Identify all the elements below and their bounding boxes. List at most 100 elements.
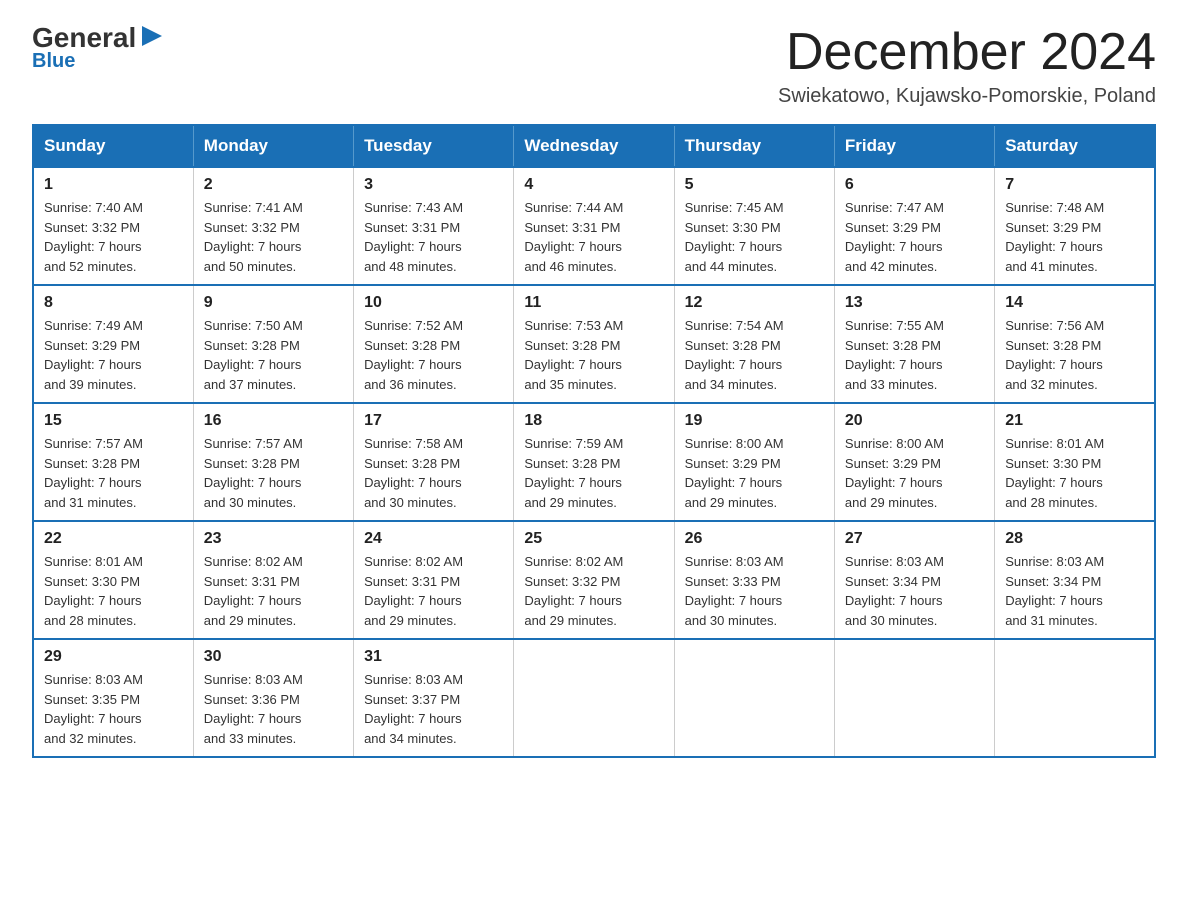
calendar-table: Sunday Monday Tuesday Wednesday Thursday… (32, 124, 1156, 758)
day-info-28: Sunrise: 8:03 AM Sunset: 3:34 PM Dayligh… (1005, 552, 1144, 630)
day-info-14: Sunrise: 7:56 AM Sunset: 3:28 PM Dayligh… (1005, 316, 1144, 394)
day-cell-7: 7 Sunrise: 7:48 AM Sunset: 3:29 PM Dayli… (995, 167, 1155, 285)
day-cell-28: 28 Sunrise: 8:03 AM Sunset: 3:34 PM Dayl… (995, 521, 1155, 639)
day-cell-21: 21 Sunrise: 8:01 AM Sunset: 3:30 PM Dayl… (995, 403, 1155, 521)
day-info-7: Sunrise: 7:48 AM Sunset: 3:29 PM Dayligh… (1005, 198, 1144, 276)
month-title: December 2024 (778, 24, 1156, 81)
day-number-2: 2 (204, 176, 343, 194)
week-row-4: 22 Sunrise: 8:01 AM Sunset: 3:30 PM Dayl… (33, 521, 1155, 639)
day-number-19: 19 (685, 412, 824, 430)
header-friday: Friday (834, 125, 994, 167)
day-number-1: 1 (44, 176, 183, 194)
day-number-3: 3 (364, 176, 503, 194)
day-cell-27: 27 Sunrise: 8:03 AM Sunset: 3:34 PM Dayl… (834, 521, 994, 639)
day-number-9: 9 (204, 294, 343, 312)
day-number-5: 5 (685, 176, 824, 194)
day-info-20: Sunrise: 8:00 AM Sunset: 3:29 PM Dayligh… (845, 434, 984, 512)
day-number-16: 16 (204, 412, 343, 430)
day-info-9: Sunrise: 7:50 AM Sunset: 3:28 PM Dayligh… (204, 316, 343, 394)
day-info-10: Sunrise: 7:52 AM Sunset: 3:28 PM Dayligh… (364, 316, 503, 394)
day-info-2: Sunrise: 7:41 AM Sunset: 3:32 PM Dayligh… (204, 198, 343, 276)
day-cell-11: 11 Sunrise: 7:53 AM Sunset: 3:28 PM Dayl… (514, 285, 674, 403)
day-cell-22: 22 Sunrise: 8:01 AM Sunset: 3:30 PM Dayl… (33, 521, 193, 639)
week-row-1: 1 Sunrise: 7:40 AM Sunset: 3:32 PM Dayli… (33, 167, 1155, 285)
day-info-5: Sunrise: 7:45 AM Sunset: 3:30 PM Dayligh… (685, 198, 824, 276)
day-cell-4: 4 Sunrise: 7:44 AM Sunset: 3:31 PM Dayli… (514, 167, 674, 285)
empty-cell-w4d3 (514, 639, 674, 757)
location: Swiekatowo, Kujawsko-Pomorskie, Poland (778, 85, 1156, 108)
page-header: General Blue December 2024 Swiekatowo, K… (32, 24, 1156, 108)
day-info-27: Sunrise: 8:03 AM Sunset: 3:34 PM Dayligh… (845, 552, 984, 630)
day-number-15: 15 (44, 412, 183, 430)
logo-general: General (32, 24, 136, 52)
day-number-29: 29 (44, 648, 183, 666)
header-sunday: Sunday (33, 125, 193, 167)
day-cell-2: 2 Sunrise: 7:41 AM Sunset: 3:32 PM Dayli… (193, 167, 353, 285)
header-wednesday: Wednesday (514, 125, 674, 167)
day-number-30: 30 (204, 648, 343, 666)
day-number-24: 24 (364, 530, 503, 548)
day-info-17: Sunrise: 7:58 AM Sunset: 3:28 PM Dayligh… (364, 434, 503, 512)
day-number-10: 10 (364, 294, 503, 312)
header-monday: Monday (193, 125, 353, 167)
day-number-7: 7 (1005, 176, 1144, 194)
day-info-15: Sunrise: 7:57 AM Sunset: 3:28 PM Dayligh… (44, 434, 183, 512)
day-number-22: 22 (44, 530, 183, 548)
logo: General Blue (32, 24, 166, 73)
empty-cell-w4d6 (995, 639, 1155, 757)
day-number-18: 18 (524, 412, 663, 430)
day-info-16: Sunrise: 7:57 AM Sunset: 3:28 PM Dayligh… (204, 434, 343, 512)
day-cell-26: 26 Sunrise: 8:03 AM Sunset: 3:33 PM Dayl… (674, 521, 834, 639)
day-cell-6: 6 Sunrise: 7:47 AM Sunset: 3:29 PM Dayli… (834, 167, 994, 285)
day-info-12: Sunrise: 7:54 AM Sunset: 3:28 PM Dayligh… (685, 316, 824, 394)
weekday-header-row: Sunday Monday Tuesday Wednesday Thursday… (33, 125, 1155, 167)
day-number-4: 4 (524, 176, 663, 194)
day-cell-23: 23 Sunrise: 8:02 AM Sunset: 3:31 PM Dayl… (193, 521, 353, 639)
day-number-23: 23 (204, 530, 343, 548)
day-info-18: Sunrise: 7:59 AM Sunset: 3:28 PM Dayligh… (524, 434, 663, 512)
day-info-8: Sunrise: 7:49 AM Sunset: 3:29 PM Dayligh… (44, 316, 183, 394)
day-cell-24: 24 Sunrise: 8:02 AM Sunset: 3:31 PM Dayl… (354, 521, 514, 639)
day-number-21: 21 (1005, 412, 1144, 430)
day-cell-1: 1 Sunrise: 7:40 AM Sunset: 3:32 PM Dayli… (33, 167, 193, 285)
day-number-28: 28 (1005, 530, 1144, 548)
day-number-11: 11 (524, 294, 663, 312)
day-number-20: 20 (845, 412, 984, 430)
day-number-25: 25 (524, 530, 663, 548)
day-cell-14: 14 Sunrise: 7:56 AM Sunset: 3:28 PM Dayl… (995, 285, 1155, 403)
day-cell-16: 16 Sunrise: 7:57 AM Sunset: 3:28 PM Dayl… (193, 403, 353, 521)
day-info-4: Sunrise: 7:44 AM Sunset: 3:31 PM Dayligh… (524, 198, 663, 276)
week-row-3: 15 Sunrise: 7:57 AM Sunset: 3:28 PM Dayl… (33, 403, 1155, 521)
day-info-19: Sunrise: 8:00 AM Sunset: 3:29 PM Dayligh… (685, 434, 824, 512)
day-number-12: 12 (685, 294, 824, 312)
day-cell-12: 12 Sunrise: 7:54 AM Sunset: 3:28 PM Dayl… (674, 285, 834, 403)
day-cell-8: 8 Sunrise: 7:49 AM Sunset: 3:29 PM Dayli… (33, 285, 193, 403)
day-cell-13: 13 Sunrise: 7:55 AM Sunset: 3:28 PM Dayl… (834, 285, 994, 403)
day-info-31: Sunrise: 8:03 AM Sunset: 3:37 PM Dayligh… (364, 670, 503, 748)
day-number-6: 6 (845, 176, 984, 194)
day-info-23: Sunrise: 8:02 AM Sunset: 3:31 PM Dayligh… (204, 552, 343, 630)
day-cell-30: 30 Sunrise: 8:03 AM Sunset: 3:36 PM Dayl… (193, 639, 353, 757)
day-number-13: 13 (845, 294, 984, 312)
empty-cell-w4d4 (674, 639, 834, 757)
day-info-13: Sunrise: 7:55 AM Sunset: 3:28 PM Dayligh… (845, 316, 984, 394)
logo-arrow-icon (138, 22, 166, 50)
day-cell-3: 3 Sunrise: 7:43 AM Sunset: 3:31 PM Dayli… (354, 167, 514, 285)
day-info-11: Sunrise: 7:53 AM Sunset: 3:28 PM Dayligh… (524, 316, 663, 394)
day-info-3: Sunrise: 7:43 AM Sunset: 3:31 PM Dayligh… (364, 198, 503, 276)
day-number-17: 17 (364, 412, 503, 430)
day-cell-31: 31 Sunrise: 8:03 AM Sunset: 3:37 PM Dayl… (354, 639, 514, 757)
logo-blue: Blue (32, 50, 75, 73)
day-cell-19: 19 Sunrise: 8:00 AM Sunset: 3:29 PM Dayl… (674, 403, 834, 521)
day-cell-18: 18 Sunrise: 7:59 AM Sunset: 3:28 PM Dayl… (514, 403, 674, 521)
day-number-31: 31 (364, 648, 503, 666)
day-info-1: Sunrise: 7:40 AM Sunset: 3:32 PM Dayligh… (44, 198, 183, 276)
day-number-26: 26 (685, 530, 824, 548)
title-area: December 2024 Swiekatowo, Kujawsko-Pomor… (778, 24, 1156, 108)
day-cell-29: 29 Sunrise: 8:03 AM Sunset: 3:35 PM Dayl… (33, 639, 193, 757)
day-cell-25: 25 Sunrise: 8:02 AM Sunset: 3:32 PM Dayl… (514, 521, 674, 639)
day-cell-15: 15 Sunrise: 7:57 AM Sunset: 3:28 PM Dayl… (33, 403, 193, 521)
day-info-29: Sunrise: 8:03 AM Sunset: 3:35 PM Dayligh… (44, 670, 183, 748)
header-saturday: Saturday (995, 125, 1155, 167)
header-thursday: Thursday (674, 125, 834, 167)
